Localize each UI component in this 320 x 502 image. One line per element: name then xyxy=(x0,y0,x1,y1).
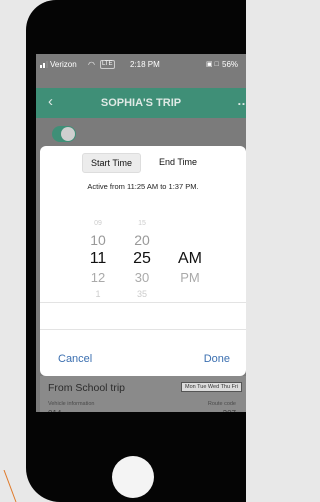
hour-option: 10 xyxy=(90,232,106,248)
minute-option: 20 xyxy=(134,232,150,248)
minute-wheel[interactable]: 15 20 25 30 35 xyxy=(122,216,162,302)
vehicle-label: Vehicle information xyxy=(48,401,95,407)
selected-hour: 11 xyxy=(89,250,107,267)
cancel-button[interactable]: Cancel xyxy=(58,353,92,365)
done-button[interactable]: Done xyxy=(204,353,230,365)
carrier-name: Verizon xyxy=(50,59,77,69)
status-time: 2:18 PM xyxy=(130,59,160,69)
days-badge: Mon Tue Wed Thu Fri xyxy=(181,382,242,392)
status-icons: ▣ □ xyxy=(206,61,219,68)
tab-end-time[interactable]: End Time xyxy=(151,153,205,173)
ampm-option: PM xyxy=(180,270,200,285)
selection-band xyxy=(40,302,246,330)
minute-option: 35 xyxy=(136,289,147,299)
hour-option: 09 xyxy=(94,220,102,227)
status-bar: Verizon ◠ LTE 2:18 PM ▣ □ 56% xyxy=(36,54,246,74)
battery-percent: 56% xyxy=(222,59,239,69)
trip-toggle[interactable] xyxy=(52,126,76,142)
time-picker-modal: Start Time End Time Active from 11:25 AM… xyxy=(40,146,246,376)
ampm-wheel[interactable]: AM PM xyxy=(170,248,210,286)
selected-ampm: AM xyxy=(178,250,202,267)
vehicle-value: 014 xyxy=(48,409,61,412)
active-range-text: Active from 11:25 AM to 1:37 PM. xyxy=(87,182,199,191)
route-label: Route code xyxy=(207,401,236,407)
minute-option: 30 xyxy=(134,270,150,285)
time-picker[interactable]: 09 10 11 12 1 15 20 25 30 35 AM PM xyxy=(40,206,246,330)
toggle-knob xyxy=(61,127,75,141)
wifi-icon: ◠ xyxy=(88,59,95,69)
page-title: SOPHIA'S TRIP xyxy=(100,97,182,109)
tab-start-time[interactable]: Start Time xyxy=(82,153,142,173)
decorative-line xyxy=(3,470,17,502)
time-tabs: Start Time End Time xyxy=(82,153,205,173)
minute-option: 15 xyxy=(138,220,146,227)
hour-wheel[interactable]: 09 10 11 12 1 xyxy=(78,216,118,302)
network-badge: LTE xyxy=(100,59,115,69)
hour-option: 12 xyxy=(90,270,106,285)
home-button[interactable] xyxy=(112,456,154,498)
trip-card[interactable]: From School trip Mon Tue Wed Thu Fri Veh… xyxy=(40,376,246,412)
trip-title: From School trip xyxy=(48,382,126,394)
hour-option: 1 xyxy=(95,289,101,299)
more-icon[interactable]: … xyxy=(237,93,246,108)
app-bar: ‹ SOPHIA'S TRIP … xyxy=(36,88,246,118)
route-value: 307 xyxy=(223,409,236,412)
selected-minute: 25 xyxy=(133,250,151,267)
phone-screen: Verizon ◠ LTE 2:18 PM ▣ □ 56% ‹ SOPHIA'S… xyxy=(36,54,246,412)
chevron-left-icon[interactable]: ‹ xyxy=(48,93,53,110)
